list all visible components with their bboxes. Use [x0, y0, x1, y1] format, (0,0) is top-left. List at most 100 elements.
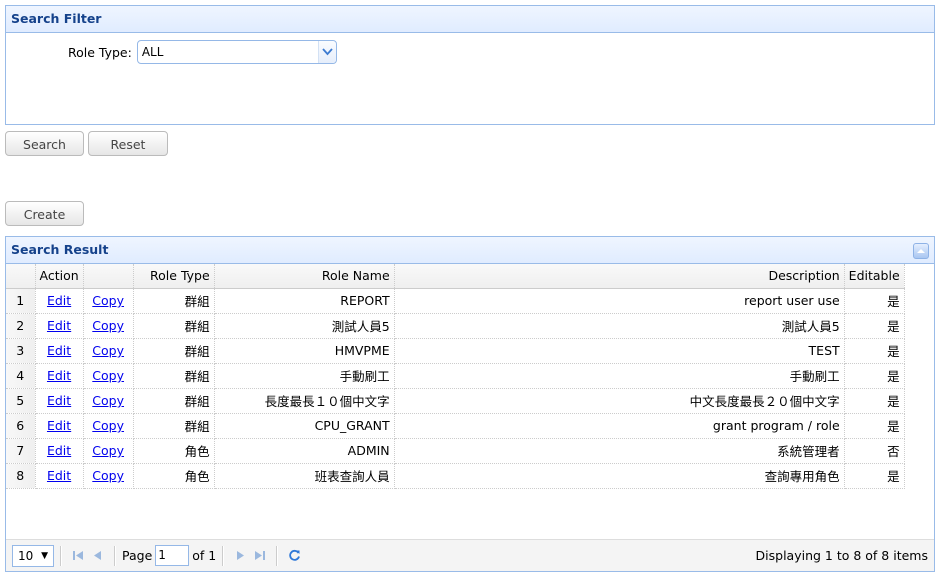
copy-link[interactable]: Copy: [92, 368, 124, 383]
role-type-cell: 群組: [133, 413, 215, 439]
table-row[interactable]: 6 Edit Copy 群組 CPU_GRANT grant program / role…: [6, 413, 905, 439]
page-number-input[interactable]: 1: [155, 545, 190, 566]
role-name-cell: 長度最長１０個中文字: [214, 388, 395, 414]
edit-link[interactable]: Edit: [47, 343, 71, 358]
copy-cell: Copy: [83, 363, 134, 389]
edit-link[interactable]: Edit: [47, 443, 71, 458]
edit-link[interactable]: Edit: [47, 368, 71, 383]
table-row[interactable]: 1 Edit Copy 群組 REPORT report user use 是: [6, 288, 905, 314]
chevron-down-icon[interactable]: [317, 41, 336, 63]
column-header-role-type[interactable]: Role Type: [133, 264, 215, 289]
search-result-title: Search Result: [11, 242, 109, 257]
editable-cell: 是: [844, 288, 905, 314]
row-number: 6: [6, 413, 36, 439]
role-name-cell: 測試人員5: [214, 313, 395, 339]
column-header-description[interactable]: Description: [394, 264, 845, 289]
pagination-bar: 10 ▼ Page 1 of 1 Displaying 1 to 8 of 8 …: [6, 539, 934, 571]
rownum-header: [6, 264, 36, 289]
reset-button[interactable]: Reset: [88, 131, 168, 156]
copy-link[interactable]: Copy: [92, 468, 124, 483]
last-page-icon[interactable]: [250, 546, 270, 566]
column-header-editable[interactable]: Editable: [844, 264, 905, 289]
table-row[interactable]: 2 Edit Copy 群組 測試人員5 測試人員5 是: [6, 313, 905, 339]
row-number: 1: [6, 288, 36, 314]
role-type-cell: 群組: [133, 313, 215, 339]
role-name-cell: 班表查詢人員: [214, 463, 395, 489]
edit-link[interactable]: Edit: [47, 318, 71, 333]
create-button[interactable]: Create: [5, 201, 84, 226]
edit-link[interactable]: Edit: [47, 468, 71, 483]
copy-cell: Copy: [83, 338, 134, 364]
column-header-action[interactable]: Action: [35, 264, 84, 289]
next-page-icon[interactable]: [230, 546, 250, 566]
edit-link[interactable]: Edit: [47, 393, 71, 408]
copy-cell: Copy: [83, 463, 134, 489]
table-row[interactable]: 5 Edit Copy 群組 長度最長１０個中文字 中文長度最長２０個中文字是: [6, 388, 905, 414]
description-cell: 中文長度最長２０個中文字: [394, 388, 845, 414]
pager-separator: [222, 545, 225, 566]
copy-link[interactable]: Copy: [92, 393, 124, 408]
role-type-select[interactable]: ALL: [136, 40, 337, 64]
copy-cell: Copy: [83, 413, 134, 439]
edit-link[interactable]: Edit: [47, 418, 71, 433]
copy-link[interactable]: Copy: [92, 293, 124, 308]
copy-link[interactable]: Copy: [92, 418, 124, 433]
table-row[interactable]: 7 Edit Copy 角色 ADMIN 系統管理者否: [6, 438, 905, 464]
search-button[interactable]: Search: [5, 131, 84, 156]
role-type-cell: 群組: [133, 388, 215, 414]
search-filter-panel: Search Filter Role Type: ALL: [5, 5, 935, 125]
search-result-panel: Search Result Action Role Type Role Name…: [5, 236, 935, 572]
description-cell: grant program / role: [394, 413, 845, 439]
page-size-select[interactable]: 10 ▼: [12, 544, 54, 567]
copy-link[interactable]: Copy: [92, 443, 124, 458]
edit-link[interactable]: Edit: [47, 293, 71, 308]
role-name-cell: ADMIN: [214, 438, 395, 464]
role-name-cell: CPU_GRANT: [214, 413, 395, 439]
description-cell: TEST: [394, 338, 845, 364]
role-type-cell: 角色: [133, 438, 215, 464]
page-size-value: 10: [18, 548, 34, 563]
edit-cell: Edit: [35, 413, 84, 439]
editable-cell: 是: [844, 338, 905, 364]
description-cell: 查詢專用角色: [394, 463, 845, 489]
copy-cell: Copy: [83, 313, 134, 339]
pager-separator: [60, 545, 62, 566]
collapse-icon[interactable]: [913, 243, 929, 259]
description-cell: report user use: [394, 288, 845, 314]
description-cell: 測試人員5: [394, 313, 845, 339]
first-page-icon[interactable]: [68, 546, 88, 566]
role-type-cell: 群組: [133, 288, 215, 314]
editable-cell: 是: [844, 413, 905, 439]
grid-header-row: Action Role Type Role Name Description E…: [6, 264, 905, 289]
pager-separator: [114, 545, 116, 566]
row-number: 3: [6, 338, 36, 364]
copy-cell: Copy: [83, 438, 134, 464]
editable-cell: 否: [844, 438, 905, 464]
copy-link[interactable]: Copy: [92, 343, 124, 358]
editable-cell: 是: [844, 463, 905, 489]
table-row[interactable]: 4 Edit Copy 群組 手動刷工 手動刷工是: [6, 363, 905, 389]
edit-cell: Edit: [35, 363, 84, 389]
pager-info-text: Displaying 1 to 8 of 8 items: [755, 548, 928, 563]
row-number: 8: [6, 463, 36, 489]
pager-separator: [276, 545, 279, 566]
copy-link[interactable]: Copy: [92, 318, 124, 333]
result-grid: Action Role Type Role Name Description E…: [6, 264, 905, 489]
editable-cell: 是: [844, 313, 905, 339]
table-row[interactable]: 3 Edit Copy 群組 HMVPME TEST 是: [6, 338, 905, 364]
role-type-cell: 角色: [133, 463, 215, 489]
row-number: 5: [6, 388, 36, 414]
table-row[interactable]: 8 Edit Copy 角色 班表查詢人員 查詢專用角色是: [6, 463, 905, 489]
role-type-label: Role Type:: [68, 44, 132, 60]
edit-cell: Edit: [35, 438, 84, 464]
role-type-row: Role Type: ALL: [68, 40, 337, 64]
role-type-cell: 群組: [133, 363, 215, 389]
prev-page-icon[interactable]: [88, 546, 108, 566]
column-header-copy: [83, 264, 134, 289]
role-name-cell: 手動刷工: [214, 363, 395, 389]
copy-cell: Copy: [83, 288, 134, 314]
column-header-role-name[interactable]: Role Name: [214, 264, 395, 289]
edit-cell: Edit: [35, 463, 84, 489]
row-number: 4: [6, 363, 36, 389]
refresh-icon[interactable]: [284, 546, 304, 566]
